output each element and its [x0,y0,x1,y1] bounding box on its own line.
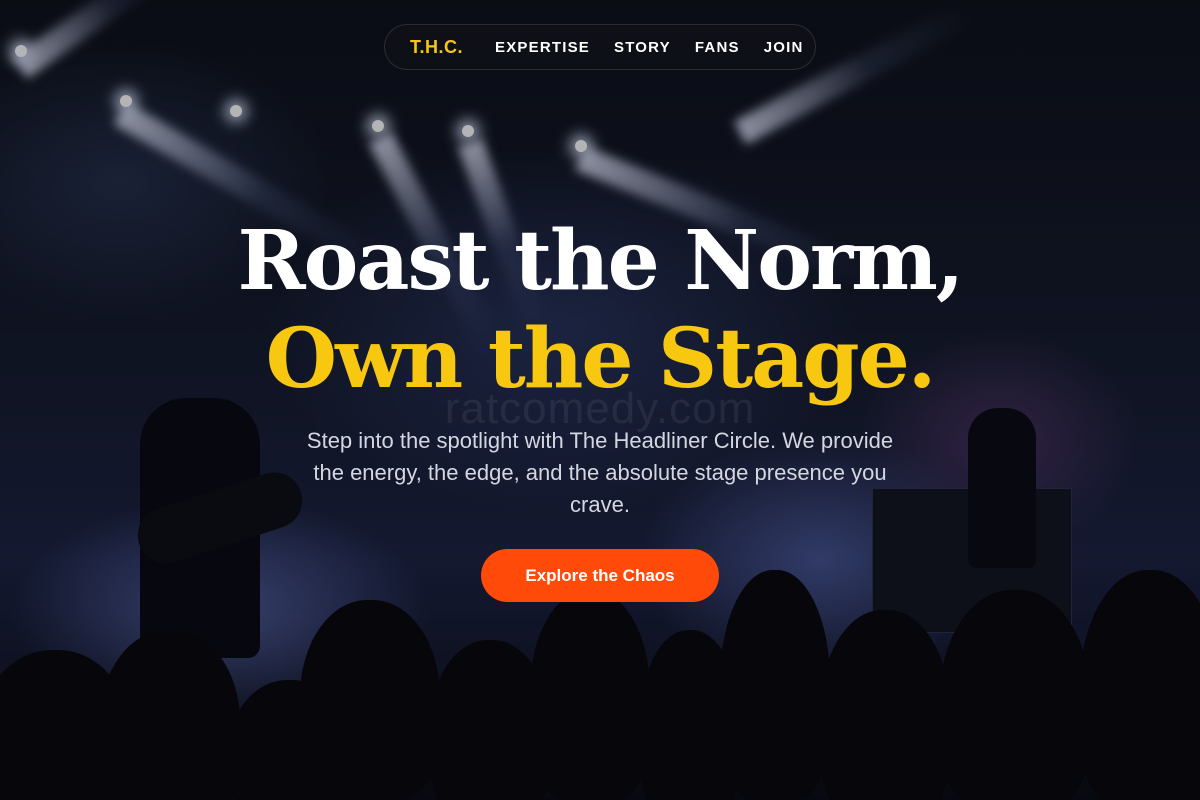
headline-line-2: Own the Stage. [265,311,937,407]
nav-link-fans[interactable]: FANS [695,39,740,56]
brand-logo[interactable]: T.H.C. [410,37,463,58]
hero-subtitle: Step into the spotlight with The Headlin… [306,428,894,517]
hero-headline: Roast the Norm, Own the Stage. [0,212,1200,408]
explore-the-chaos-button[interactable]: Explore the Chaos [481,549,719,602]
nav-link-story[interactable]: STORY [614,39,671,56]
headline-line-1: Roast the Norm, [237,213,965,309]
nav-link-join[interactable]: JOIN [764,39,804,56]
nav-link-expertise[interactable]: EXPERTISE [495,39,590,56]
landing-page: ratcomedy.com T.H.C. EXPERTISE STORY FAN… [0,0,1200,800]
top-navigation-bar: T.H.C. EXPERTISE STORY FANS JOIN [384,24,816,70]
